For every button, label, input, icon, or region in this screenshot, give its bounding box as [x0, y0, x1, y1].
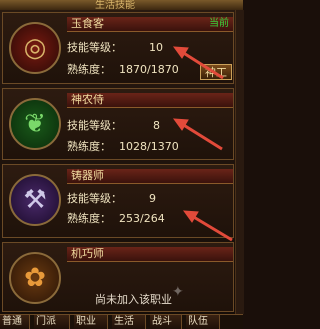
proficiency-value: 253/264 — [119, 212, 165, 225]
proficiency-label: 熟练度： — [67, 212, 111, 225]
tab-battle[interactable]: 战斗 — [150, 315, 182, 329]
proficiency-row: 熟练度： 253/264 — [67, 212, 165, 226]
proficiency-row: 熟练度： 1028/1370 — [67, 140, 179, 154]
profession-icon-frame: ⚒ — [6, 171, 64, 229]
skill-level-label: 技能等级： — [67, 41, 122, 54]
profession-name-bar: 玉食客 当前 — [67, 17, 233, 32]
watermark-logo: ✦ — [172, 284, 184, 300]
not-joined-notice: 尚未加入该职业 — [95, 293, 172, 306]
profession-icon-frame: ✿ — [6, 249, 64, 307]
tab-normal[interactable]: 普通 — [0, 315, 30, 329]
tab-sect[interactable]: 门派 — [34, 315, 70, 329]
profession-icon-frame: ❦ — [6, 95, 64, 153]
profession-icon-frame: ◎ — [6, 19, 64, 77]
anvil-icon: ⚒ — [9, 174, 61, 226]
skill-level-label: 技能等级： — [67, 119, 122, 132]
skill-level-label: 技能等级： — [67, 192, 122, 205]
tab-profession[interactable]: 职业 — [74, 315, 108, 329]
skill-level-row: 技能等级： 9 — [67, 192, 156, 206]
window-titlebar: 生活技能 — [0, 0, 243, 11]
profession-card-jiqiaoshi[interactable]: ✿ 机巧师 尚未加入该职业 — [2, 242, 234, 312]
life-skill-window: 生活技能 ◎ 玉食客 当前 技能等级： 10 熟练度： 1870/1870 神工… — [0, 0, 244, 329]
profession-name: 神农侍 — [71, 93, 104, 106]
skill-level-row: 技能等级： 10 — [67, 41, 163, 55]
skill-level-value: 10 — [149, 41, 163, 54]
scrollbar[interactable] — [235, 10, 244, 314]
profession-name: 机巧师 — [71, 247, 104, 260]
bowl-icon: ◎ — [9, 22, 61, 74]
skill-level-row: 技能等级： 8 — [67, 119, 160, 133]
skill-level-value: 8 — [153, 119, 160, 132]
gear-icon: ✿ — [9, 252, 61, 304]
arrow-level-1 — [181, 50, 224, 80]
profession-name-bar: 机巧师 — [67, 247, 233, 262]
proficiency-label: 熟练度： — [67, 140, 111, 153]
skill-level-value: 9 — [149, 192, 156, 205]
bottom-tab-bar: 普通 门派 职业 生活 战斗 队伍 — [0, 314, 243, 329]
herb-icon: ❦ — [9, 98, 61, 150]
annotation-arrow-3 — [182, 210, 233, 242]
tab-life[interactable]: 生活 — [112, 315, 146, 329]
annotation-arrows — [172, 46, 224, 151]
proficiency-label: 熟练度： — [67, 63, 111, 76]
profession-name-bar: 铸器师 — [67, 169, 233, 184]
tab-team[interactable]: 队伍 — [186, 315, 220, 329]
profession-name: 玉食客 — [71, 17, 104, 30]
arrow-level-2 — [181, 122, 223, 151]
window-title: 生活技能 — [95, 0, 135, 11]
profession-name: 铸器师 — [71, 169, 104, 182]
proficiency-row: 熟练度： 1870/1870 — [67, 63, 179, 77]
current-badge: 当前 — [209, 18, 229, 29]
